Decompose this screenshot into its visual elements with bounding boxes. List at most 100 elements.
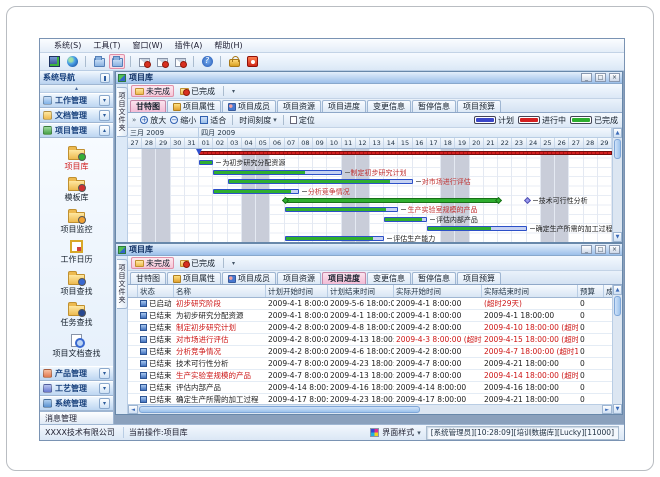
toolbar-mail-check-icon[interactable] — [172, 54, 188, 69]
scroll-down-icon[interactable]: ▼ — [613, 232, 622, 242]
tab-甘特图[interactable]: 甘特图 — [130, 100, 166, 112]
sidebar-item[interactable]: 项目监控 — [61, 209, 93, 235]
pin-icon[interactable] — [100, 73, 110, 83]
tab-项目进度[interactable]: 项目进度 — [322, 100, 366, 112]
chevron-down-icon[interactable]: ▾ — [228, 260, 239, 267]
menu-item[interactable]: 插件(A) — [169, 40, 209, 51]
column-header-计划开始时间[interactable]: 计划开始时间 — [266, 285, 328, 297]
gantt-bar[interactable] — [427, 226, 527, 231]
tab-项目预算[interactable]: 项目预算 — [457, 100, 501, 112]
table-vertical-scrollbar[interactable]: ▲ ▼ — [612, 285, 622, 414]
gantt-vertical-scrollbar[interactable]: ▲ ▼ — [612, 128, 622, 242]
horizontal-scrollbar[interactable]: ◄ ► — [128, 404, 612, 414]
tab-项目成员[interactable]: 项目成员 — [222, 100, 276, 112]
gantt-bar[interactable] — [384, 217, 427, 222]
toolbar-exit-icon[interactable] — [244, 54, 260, 69]
tab-project-folder[interactable]: 项目文件夹 — [117, 87, 128, 137]
tab-暂停信息[interactable]: 暂停信息 — [412, 272, 456, 284]
toolbar-globe-icon[interactable] — [64, 54, 80, 69]
gantt-bar[interactable] — [213, 189, 298, 194]
chevron-down-icon[interactable]: ▾ — [99, 95, 110, 106]
sidebar-collapse-strip[interactable]: ▴ — [40, 85, 113, 93]
chevron-down-icon[interactable]: ▾ — [99, 383, 110, 394]
tab-变更信息[interactable]: 变更信息 — [367, 100, 411, 112]
table-row[interactable]: 已启动初步研究阶段2009-4-1 8:00:002009-5-6 18:00:… — [128, 298, 612, 310]
menu-item[interactable]: 系统(S) — [48, 40, 87, 51]
tab-项目进度[interactable]: 项目进度 — [322, 272, 366, 284]
tab-项目属性[interactable]: 项目属性 — [167, 100, 221, 112]
filter-completed-button[interactable]: 已完成 — [176, 85, 219, 97]
tab-project-folder[interactable]: 项目文件夹 — [117, 259, 128, 309]
sidebar-group[interactable]: 项目管理▴ — [40, 123, 113, 138]
tab-变更信息[interactable]: 变更信息 — [367, 272, 411, 284]
scrollbar-thumb[interactable] — [139, 406, 420, 413]
column-header-实际开始时间[interactable]: 实际开始时间 — [394, 285, 482, 297]
column-header-计划结束时间[interactable]: 计划结束时间 — [328, 285, 394, 297]
sidebar-item[interactable]: 项目查找 — [61, 271, 93, 297]
summary-bar[interactable] — [199, 151, 612, 155]
table-row[interactable]: 已结束技术可行性分析2009-4-7 8:00:002009-4-23 18:0… — [128, 358, 612, 370]
column-header-预算[interactable]: 预算 — [578, 285, 604, 297]
table-row[interactable]: 已结束评估内部产品2009-4-14 8:00:002009-4-16 18:0… — [128, 382, 612, 394]
scroll-up-icon[interactable]: ▲ — [613, 285, 622, 295]
gantt-bar[interactable] — [285, 236, 385, 241]
sidebar-group[interactable]: 文档管理▾ — [40, 108, 113, 123]
scroll-up-icon[interactable]: ▲ — [613, 128, 622, 138]
table-row[interactable]: 已结束分析竞争情况2009-4-2 8:00:002009-4-6 18:00:… — [128, 346, 612, 358]
column-header-实际结束时间[interactable]: 实际结束时间 — [482, 285, 578, 297]
column-header-名称[interactable]: 名称 — [174, 285, 266, 297]
gantt-bar[interactable] — [199, 160, 213, 165]
tab-message-management[interactable]: 消息管理 — [40, 411, 113, 424]
zoom-out-button[interactable]: −缩小 — [170, 115, 196, 126]
scroll-left-icon[interactable]: ◄ — [128, 405, 138, 414]
ui-style-dropdown[interactable]: 界面样式 ▾ — [370, 427, 421, 438]
tab-项目成员[interactable]: 项目成员 — [222, 272, 276, 284]
chevron-up-icon[interactable]: ▴ — [99, 125, 110, 136]
minimize-icon[interactable]: _ — [581, 245, 592, 254]
tab-项目属性[interactable]: 项目属性 — [167, 272, 221, 284]
toolbar-mail-edit-icon[interactable] — [154, 54, 170, 69]
toolbar-help-icon[interactable] — [199, 54, 215, 69]
more-icon[interactable]: » — [132, 116, 136, 124]
time-scale-dropdown[interactable]: 时间刻度▾ — [239, 115, 277, 126]
sidebar-group[interactable]: 工作管理▾ — [40, 93, 113, 108]
tab-项目资源[interactable]: 项目资源 — [277, 100, 321, 112]
sidebar-item[interactable]: 任务查找 — [61, 302, 93, 328]
sidebar-item[interactable]: 模板库 — [65, 177, 89, 203]
table-row[interactable]: 已结束确定生产所需的加工过程2009-4-17 8:00:002009-4-23… — [128, 394, 612, 404]
table-row[interactable]: 已结束生产实验室规模的产品2009-4-7 8:00:002009-4-13 1… — [128, 370, 612, 382]
sidebar-group[interactable]: 工艺管理▾ — [40, 381, 113, 396]
restore-icon[interactable]: □ — [595, 73, 606, 82]
tab-甘特图[interactable]: 甘特图 — [130, 272, 166, 284]
tab-项目预算[interactable]: 项目预算 — [457, 272, 501, 284]
minimize-icon[interactable]: _ — [581, 73, 592, 82]
filter-uncompleted-button[interactable]: 未完成 — [131, 85, 174, 97]
scroll-right-icon[interactable]: ► — [602, 405, 612, 414]
tab-项目资源[interactable]: 项目资源 — [277, 272, 321, 284]
sidebar-group[interactable]: 产品管理▾ — [40, 366, 113, 381]
locate-button[interactable]: 定位 — [290, 115, 315, 126]
sidebar-item[interactable]: 项目文档查找 — [53, 334, 101, 359]
tab-暂停信息[interactable]: 暂停信息 — [412, 100, 456, 112]
gantt-bar[interactable] — [228, 179, 413, 184]
toolbar-lock-icon[interactable] — [226, 54, 242, 69]
menu-item[interactable]: 窗口(W) — [126, 40, 168, 51]
toolbar-folder-icon[interactable] — [91, 54, 107, 69]
toolbar-mail-icon[interactable] — [136, 54, 152, 69]
chevron-down-icon[interactable]: ▾ — [99, 110, 110, 121]
sidebar-group[interactable]: 系统管理▾ — [40, 396, 113, 411]
chevron-down-icon[interactable]: ▾ — [99, 368, 110, 379]
toolbar-computer-icon[interactable] — [46, 54, 62, 69]
toolbar-folder-open-icon[interactable] — [109, 54, 125, 69]
restore-icon[interactable]: □ — [595, 245, 606, 254]
gantt-bar-completed[interactable] — [285, 198, 499, 203]
filter-uncompleted-button[interactable]: 未完成 — [131, 257, 174, 269]
scrollbar-thumb[interactable] — [614, 139, 621, 159]
scrollbar-thumb[interactable] — [614, 296, 621, 316]
close-icon[interactable]: × — [609, 73, 620, 82]
chevron-down-icon[interactable]: ▾ — [228, 88, 239, 95]
menu-item[interactable]: 帮助(H) — [208, 40, 248, 51]
close-icon[interactable]: × — [609, 245, 620, 254]
table-row[interactable]: 已结束制定初步研究计划2009-4-2 8:00:002009-4-8 18:0… — [128, 322, 612, 334]
fit-button[interactable]: 适合 — [200, 115, 226, 126]
